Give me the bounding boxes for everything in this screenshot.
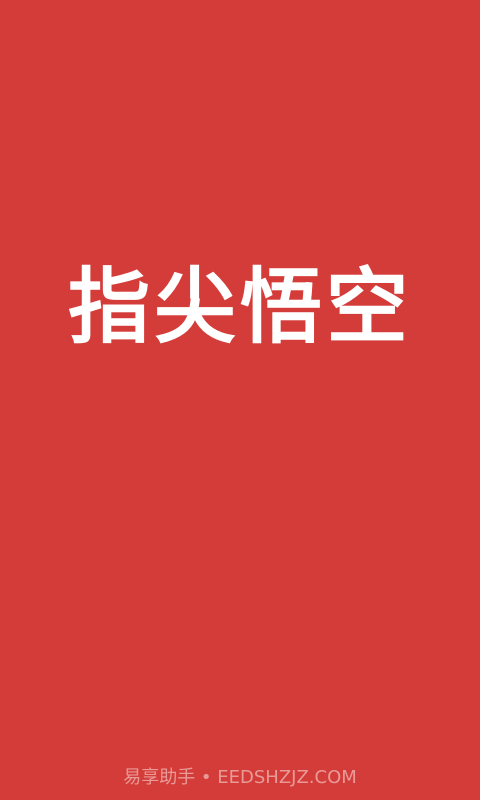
app-logo: 指尖悟空 [0, 258, 480, 358]
watermark-text: 易享助手 • EEDSHZJZ.COM [123, 767, 357, 788]
app-logo-text: 指尖悟空 [67, 260, 412, 355]
splash-screen: 指尖悟空 易享助手 • EEDSHZJZ.COM [0, 0, 480, 800]
